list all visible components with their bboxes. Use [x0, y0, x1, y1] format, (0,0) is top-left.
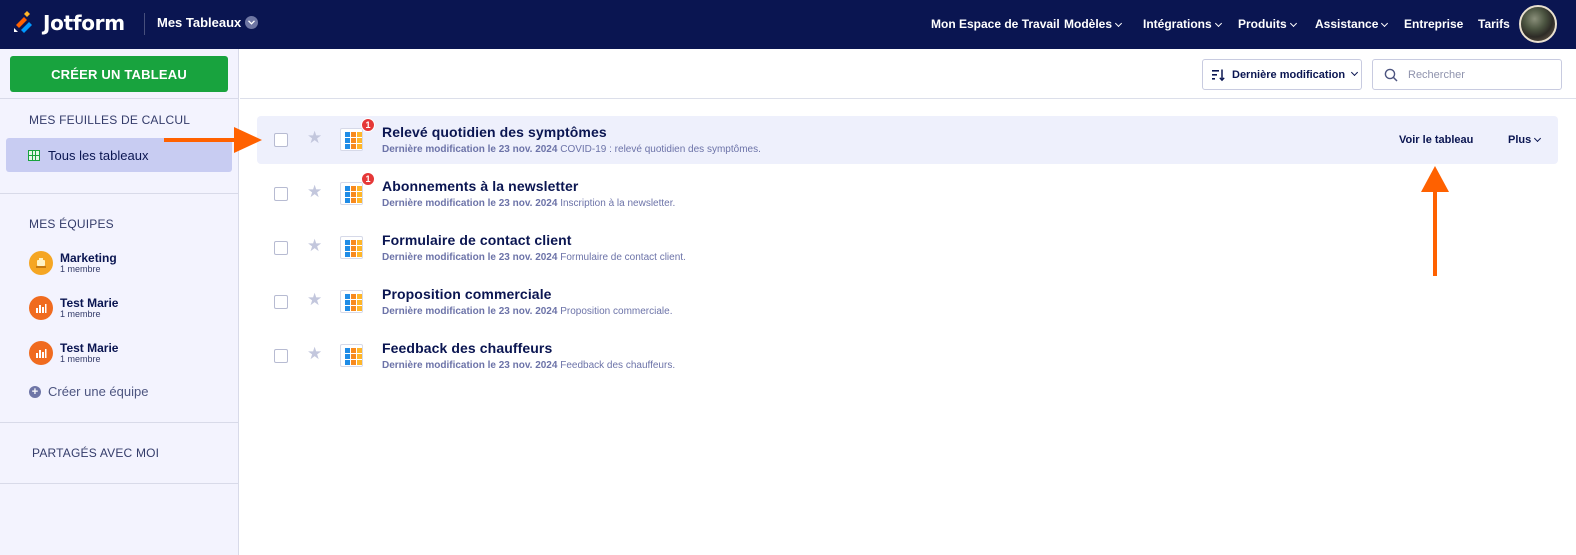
workspace-label: Mes Tableaux [157, 15, 242, 30]
table-row[interactable]: ★ Formulaire de contact client Dernière … [257, 224, 1558, 272]
table-title[interactable]: Feedback des chauffeurs [382, 340, 552, 356]
team-name: Test Marie [60, 296, 119, 310]
table-row[interactable]: ★ 1 Abonnements à la newsletter Dernière… [257, 170, 1558, 218]
top-navigation-bar: Jotform Mes Tableaux Mon Espace de Trava… [0, 0, 1576, 49]
row-checkbox[interactable] [274, 241, 288, 255]
more-dropdown[interactable]: Plus [1508, 134, 1542, 146]
nav-integrations[interactable]: Intégrations [1143, 17, 1222, 33]
header-divider [144, 13, 145, 35]
user-avatar[interactable] [1519, 5, 1557, 43]
spreadsheet-icon [340, 182, 363, 205]
team-name: Test Marie [60, 341, 119, 355]
sidebar-item-label: Tous les tableaux [48, 147, 149, 163]
sort-icon [1212, 69, 1225, 81]
chevron-down-icon [1534, 134, 1542, 143]
team-item-test-marie[interactable]: Test Marie 1 membre [29, 341, 118, 365]
team-members: 1 membre [60, 264, 101, 274]
nav-pricing[interactable]: Tarifs [1478, 17, 1510, 33]
annotation-arrow-up [1421, 166, 1449, 276]
jotform-logo[interactable]: Jotform [12, 11, 125, 35]
star-icon[interactable]: ★ [307, 345, 322, 363]
table-title[interactable]: Proposition commerciale [382, 286, 552, 302]
brand-name: Jotform [43, 11, 125, 35]
row-checkbox[interactable] [274, 187, 288, 201]
toolbar-divider [240, 98, 1576, 99]
create-team-label: Créer une équipe [48, 384, 149, 399]
chevron-down-icon [1214, 19, 1222, 28]
chevron-down-icon [1351, 68, 1359, 77]
search-box[interactable] [1372, 59, 1562, 90]
create-team-button[interactable]: + Créer une équipe [29, 384, 148, 399]
team-avatar [29, 341, 53, 365]
team-name: Marketing [60, 251, 117, 265]
team-members: 1 membre [60, 354, 101, 364]
table-row[interactable]: ★ Proposition commerciale Dernière modif… [257, 278, 1558, 326]
table-title[interactable]: Relevé quotidien des symptômes [382, 124, 607, 140]
star-icon[interactable]: ★ [307, 291, 322, 309]
nav-enterprise[interactable]: Entreprise [1404, 17, 1463, 33]
team-item-test-marie[interactable]: Test Marie 1 membre [29, 296, 118, 320]
spreadsheet-icon [340, 290, 363, 313]
star-icon[interactable]: ★ [307, 237, 322, 255]
team-item-marketing[interactable]: Marketing 1 membre [29, 251, 117, 275]
teams-heading: MES ÉQUIPES [29, 217, 114, 231]
sort-label: Dernière modification [1232, 68, 1346, 81]
table-meta: Dernière modification le 23 nov. 2024 Fe… [382, 360, 676, 371]
row-checkbox[interactable] [274, 349, 288, 363]
jotform-logo-icon [14, 11, 32, 33]
sidebar-divider [0, 98, 238, 99]
create-table-button[interactable]: CRÉER UN TABLEAU [10, 56, 228, 92]
shared-heading[interactable]: PARTAGÉS AVEC MOI [32, 446, 159, 460]
notification-badge: 1 [361, 118, 375, 132]
workspace-switcher[interactable]: Mes Tableaux [157, 15, 259, 30]
sidebar-divider [0, 422, 238, 423]
table-title[interactable]: Formulaire de contact client [382, 232, 572, 248]
nav-workspace[interactable]: Mon Espace de Travail [931, 17, 1060, 33]
search-icon [1384, 68, 1398, 82]
nav-templates[interactable]: Modèles [1064, 17, 1123, 33]
nav-support[interactable]: Assistance [1315, 17, 1389, 33]
notification-badge: 1 [361, 172, 375, 186]
table-title[interactable]: Abonnements à la newsletter [382, 178, 578, 194]
table-meta: Dernière modification le 23 nov. 2024 In… [382, 198, 676, 209]
chevron-down-icon [1114, 19, 1123, 28]
chevron-down-icon [245, 16, 259, 29]
team-avatar [29, 251, 53, 275]
team-avatar [29, 296, 53, 320]
table-row[interactable]: ★ 1 Relevé quotidien des symptômes Derni… [257, 116, 1558, 164]
spreadsheet-icon [340, 344, 363, 367]
chevron-down-icon [1289, 19, 1297, 28]
sidebar-divider [0, 193, 238, 194]
table-meta: Dernière modification le 23 nov. 2024 CO… [382, 144, 761, 155]
search-input[interactable] [1408, 68, 1548, 81]
team-members: 1 membre [60, 309, 101, 319]
spreadsheet-icon [340, 128, 363, 151]
star-icon[interactable]: ★ [307, 129, 322, 147]
table-row[interactable]: ★ Feedback des chauffeurs Dernière modif… [257, 332, 1558, 380]
spreadsheet-icon [340, 236, 363, 259]
nav-products[interactable]: Produits [1238, 17, 1297, 33]
row-checkbox[interactable] [274, 295, 288, 309]
table-meta: Dernière modification le 23 nov. 2024 Fo… [382, 252, 686, 263]
table-meta: Dernière modification le 23 nov. 2024 Pr… [382, 306, 673, 317]
table-icon [28, 149, 40, 161]
star-icon[interactable]: ★ [307, 183, 322, 201]
chevron-down-icon [1381, 19, 1389, 28]
row-checkbox[interactable] [274, 133, 288, 147]
view-table-button[interactable]: Voir le tableau [1399, 134, 1473, 146]
annotation-arrow-right [164, 127, 262, 153]
sidebar-divider [0, 483, 238, 484]
plus-icon: + [29, 385, 41, 398]
sort-dropdown[interactable]: Dernière modification [1202, 59, 1362, 90]
